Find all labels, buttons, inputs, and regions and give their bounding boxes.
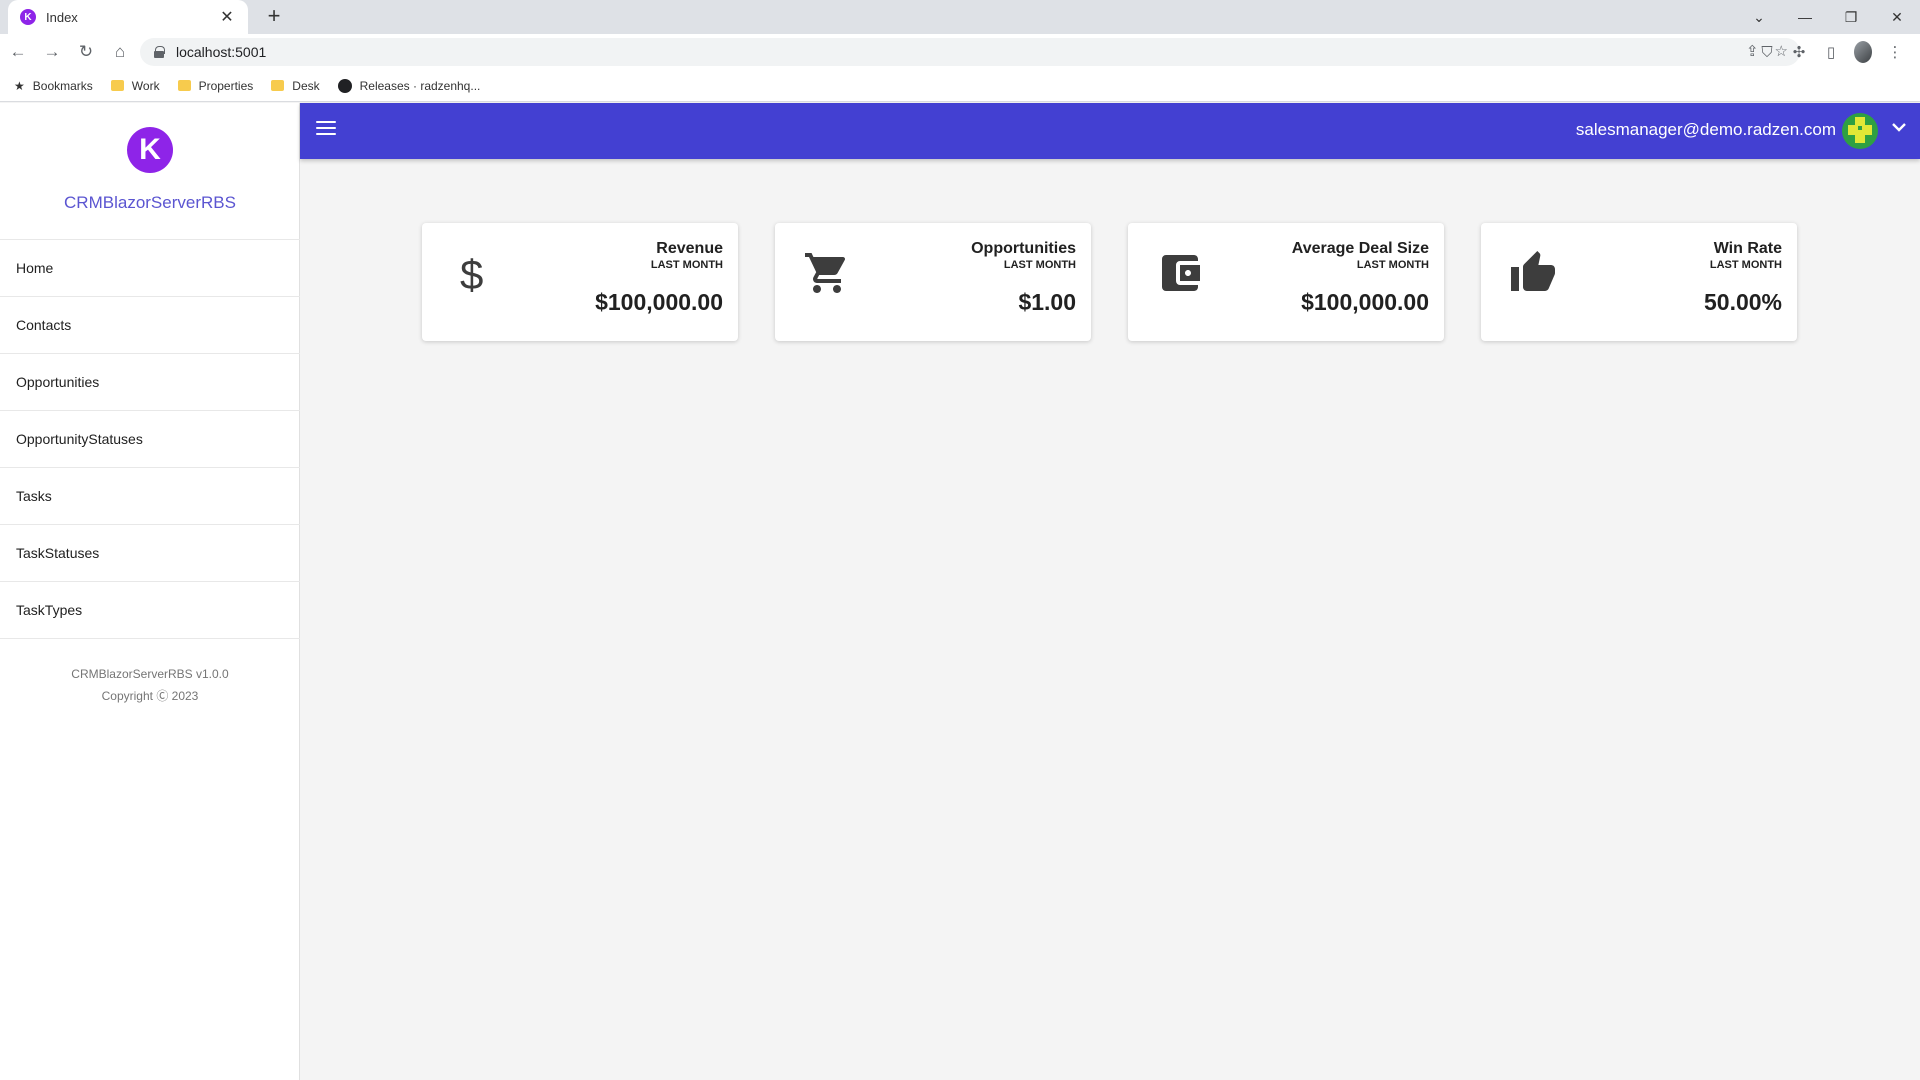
sidebar-item-contacts[interactable]: Contacts [0, 297, 300, 354]
lock-icon[interactable] [154, 46, 165, 58]
sidebar-item-home[interactable]: Home [0, 240, 300, 297]
close-window-icon[interactable]: ✕ [1874, 9, 1920, 26]
folder-icon [177, 80, 191, 91]
tab-title: Index [46, 9, 78, 25]
bookmark-label: Work [131, 78, 160, 93]
profile-avatar[interactable] [1854, 41, 1872, 63]
menu-toggle-icon[interactable] [316, 121, 336, 137]
chevron-down-icon[interactable] [1892, 119, 1906, 135]
puzzle-extensions-icon[interactable]: ✣ [1790, 43, 1808, 61]
card-title: Win Rate [1713, 240, 1782, 257]
bookmark-item-properties[interactable]: Properties [177, 78, 254, 93]
restore-icon[interactable]: ❐ [1828, 9, 1874, 26]
sidebar-item-task-types[interactable]: TaskTypes [0, 582, 300, 639]
cart-icon [803, 249, 851, 297]
sidebar-item-tasks[interactable]: Tasks [0, 468, 300, 525]
footer-version: CRMBlazorServerRBS v1.0.0 [71, 667, 229, 681]
app-logo: K [127, 127, 173, 173]
bookmark-label: Releases · radzenhq... [359, 78, 481, 93]
bookmark-item-bookmarks[interactable]: ★ Bookmarks [14, 79, 93, 93]
card-opportunities: Opportunities LAST MONTH $1.00 [775, 223, 1091, 341]
card-title: Opportunities [971, 240, 1076, 257]
folder-icon [271, 80, 285, 91]
card-subtitle: LAST MONTH [650, 259, 723, 271]
sidebar: K CRMBlazorServerRBS Home Contacts Oppor… [0, 103, 300, 1080]
favicon-icon: K [20, 9, 36, 25]
card-subtitle: LAST MONTH [1356, 259, 1429, 271]
card-value: $100,000.00 [1301, 289, 1429, 315]
app-header: salesmanager@demo.radzen.com [300, 103, 1920, 159]
app-name: CRMBlazorServerRBS [64, 193, 236, 212]
card-value: 50.00% [1703, 289, 1782, 315]
close-tab-icon[interactable]: ✕ [218, 7, 236, 27]
card-subtitle: LAST MONTH [1003, 259, 1076, 271]
shield-extension-icon[interactable]: ⛉ [1758, 44, 1776, 61]
home-icon[interactable]: ⌂ [104, 36, 136, 68]
bookmark-item-releases[interactable]: Releases · radzenhq... [337, 78, 481, 93]
card-subtitle: LAST MONTH [1709, 259, 1782, 271]
sidebar-item-opportunity-statuses[interactable]: OpportunityStatuses [0, 411, 300, 468]
browser-toolbar: ← → ↻ ⌂ localhost:5001 ⇪ ☆ ⛉ ✣ ▯ ⋮ [0, 34, 1920, 70]
thumbs-up-icon [1509, 249, 1557, 297]
address-bar[interactable]: localhost:5001 ⇪ ☆ [140, 38, 1800, 66]
browser-tab[interactable]: K Index ✕ [8, 0, 248, 34]
bookmarks-bar: ★ Bookmarks Work Properties Desk Release… [0, 70, 1920, 102]
menu-kebab-icon[interactable]: ⋮ [1886, 43, 1904, 61]
sidebar-item-opportunities[interactable]: Opportunities [0, 354, 300, 411]
wallet-icon [1156, 249, 1204, 297]
bookmark-item-desk[interactable]: Desk [271, 78, 320, 93]
share-icon[interactable]: ⇪ [1746, 42, 1759, 60]
back-icon[interactable]: ← [2, 36, 34, 68]
card-average-deal-size: Average Deal Size LAST MONTH $100,000.00 [1128, 223, 1444, 341]
extension-bar: ⛉ ✣ ▯ ⋮ [1758, 36, 1904, 68]
card-revenue: $ Revenue LAST MONTH $100,000.00 [422, 223, 738, 341]
github-icon [337, 78, 352, 93]
card-win-rate: Win Rate LAST MONTH 50.00% [1481, 223, 1797, 341]
bookmark-label: Bookmarks [32, 78, 93, 93]
forward-icon[interactable]: → [36, 36, 68, 68]
sidebar-footer: CRMBlazorServerRBS v1.0.0 Copyright Ⓒ 20… [0, 663, 300, 707]
card-title: Average Deal Size [1291, 240, 1429, 257]
folder-icon [110, 80, 124, 91]
url-text: localhost:5001 [176, 44, 267, 60]
footer-copyright: Copyright Ⓒ 2023 [101, 689, 199, 703]
star-icon: ★ [14, 78, 25, 93]
card-value: $1.00 [1018, 289, 1076, 315]
bookmark-label: Desk [292, 78, 320, 93]
card-value: $100,000.00 [595, 289, 723, 315]
card-title: Revenue [656, 240, 723, 257]
sidebar-menu: Home Contacts Opportunities OpportunityS… [0, 239, 300, 639]
window-controls: ⌄ — ❐ ✕ [1736, 0, 1920, 34]
user-email[interactable]: salesmanager@demo.radzen.com [1576, 120, 1836, 140]
browser-tabstrip: K Index ✕ + ⌄ — ❐ ✕ [0, 0, 1920, 34]
tab-search-icon[interactable]: ⌄ [1736, 9, 1782, 26]
new-tab-button[interactable]: + [262, 5, 286, 29]
side-panel-icon[interactable]: ▯ [1822, 43, 1840, 61]
svg-text:$: $ [460, 251, 483, 297]
user-avatar[interactable] [1842, 113, 1878, 149]
dollar-icon: $ [450, 249, 498, 298]
reload-icon[interactable]: ↻ [70, 36, 102, 68]
bookmark-item-work[interactable]: Work [110, 78, 160, 93]
sidebar-item-task-statuses[interactable]: TaskStatuses [0, 525, 300, 582]
minimize-icon[interactable]: — [1782, 9, 1828, 25]
bookmark-label: Properties [198, 78, 254, 93]
